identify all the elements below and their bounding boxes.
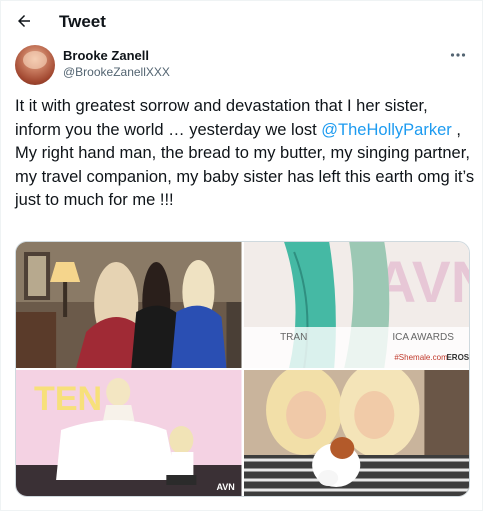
awards-banner-right: ICA AWARDS: [392, 332, 454, 343]
author-handle[interactable]: @BrookeZanellXXX: [63, 65, 170, 80]
event-sign: TEN: [34, 380, 102, 418]
arrow-left-icon: [18, 15, 30, 27]
page-title: Tweet: [59, 12, 106, 31]
mention-link[interactable]: @TheHollyParker: [321, 121, 451, 139]
awards-banner-left: TRAN: [280, 332, 307, 343]
avatar[interactable]: [15, 45, 55, 85]
tweet-text: It it with greatest sorrow and devastati…: [15, 95, 477, 213]
author-name[interactable]: Brooke Zanell: [63, 48, 149, 64]
sponsor-logo: #Shemale.com: [394, 353, 448, 362]
photo-4-image: [243, 370, 469, 496]
back-button[interactable]: [13, 10, 35, 32]
photo-1-image: [16, 242, 242, 368]
photo-2-image: AVN TRAN ICA AWARDS #Shemale.com EROS: [243, 242, 469, 368]
top-bar: Tweet: [1, 1, 482, 43]
more-horizontal-icon: [450, 53, 466, 57]
media-grid: AVN TRAN ICA AWARDS #Shemale.com EROS TE…: [15, 241, 470, 497]
photo-1[interactable]: [16, 242, 242, 368]
photo-3-image: TEN AVN: [16, 370, 242, 496]
photo-2[interactable]: AVN TRAN ICA AWARDS #Shemale.com EROS: [243, 242, 469, 368]
sponsor-logo-2: EROS: [446, 353, 469, 362]
corner-logo: AVN: [216, 482, 234, 492]
photo-3[interactable]: TEN AVN: [16, 370, 242, 496]
photo-4[interactable]: [243, 370, 469, 496]
tweet-page: Tweet Brooke Zanell @BrookeZanellXXX It …: [0, 0, 483, 511]
more-options-button[interactable]: [448, 47, 468, 63]
